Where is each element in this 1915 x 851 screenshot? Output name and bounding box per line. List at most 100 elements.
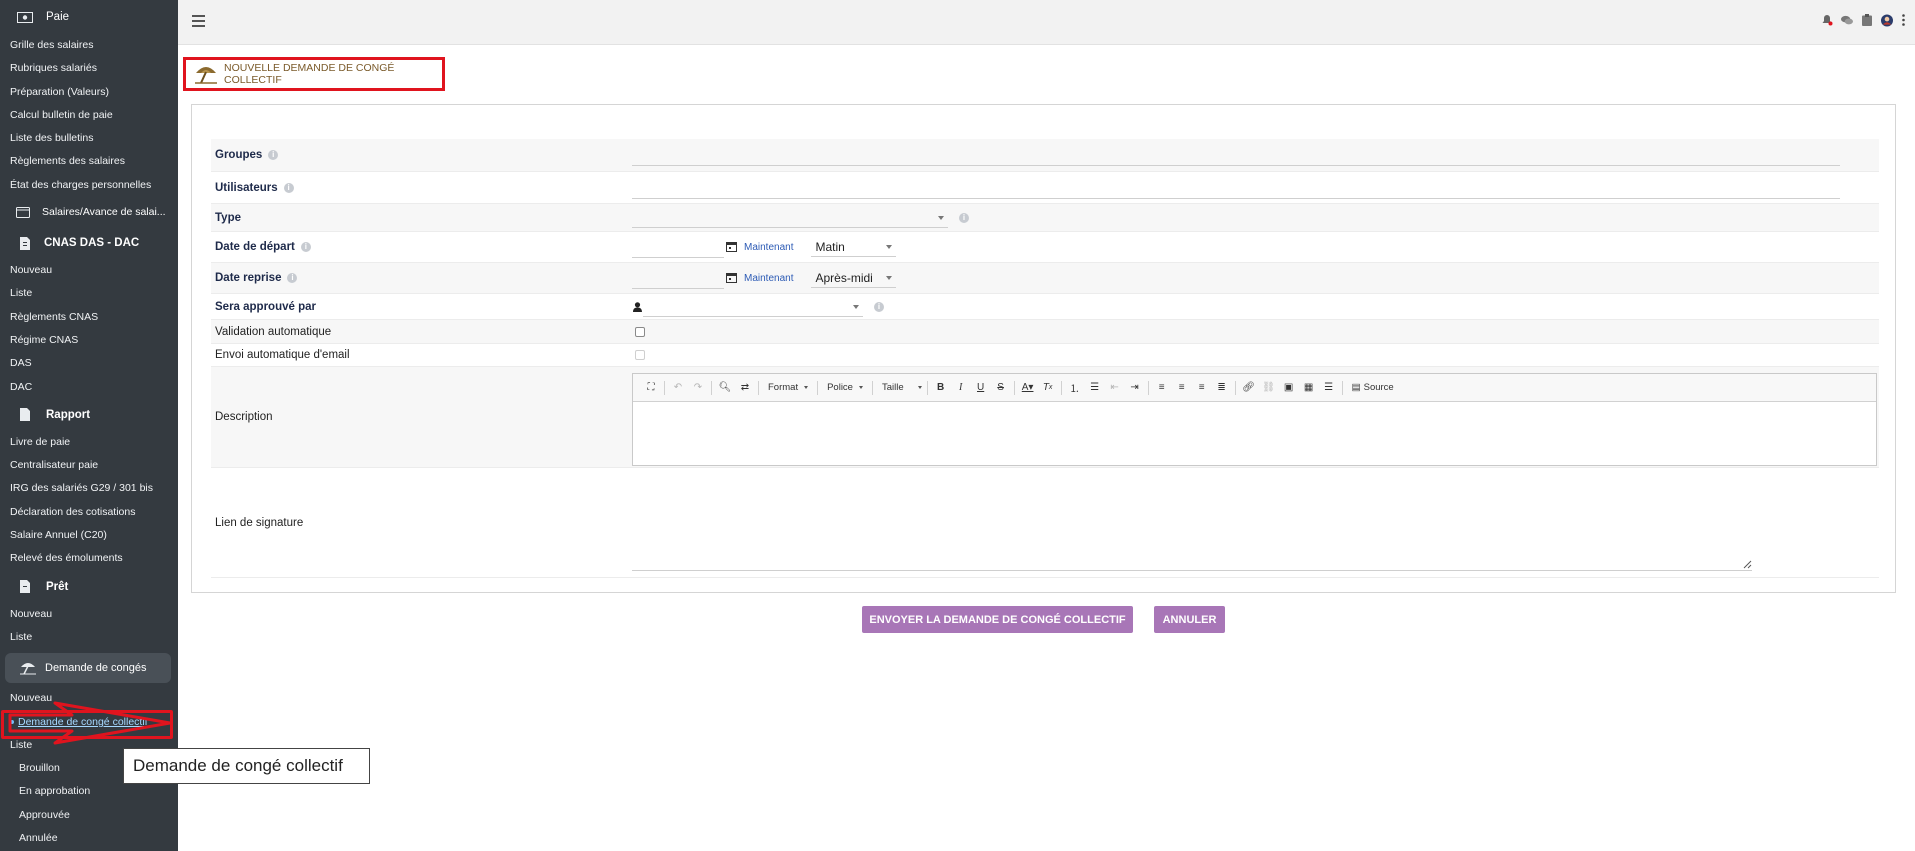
type-label-text: Type [215,211,241,224]
approuve-select[interactable] [643,297,863,317]
unlink-icon[interactable]: ⛓ [1259,379,1279,397]
sidebar-heading-salaires[interactable]: Salaires/Avance de salai... [0,197,178,227]
redo-icon[interactable]: ↷ [688,379,708,397]
undo-icon[interactable]: ↶ [668,379,688,397]
table-icon[interactable]: ▦ [1299,379,1319,397]
utilisateurs-input[interactable] [632,176,1840,199]
groupes-input[interactable] [632,144,1840,166]
find-icon[interactable]: 🔍︎ [715,379,735,397]
underline-icon[interactable]: U [971,379,991,397]
date-depart-period-select[interactable]: Matin [811,237,897,257]
more-vertical-icon[interactable] [1901,14,1905,26]
info-icon[interactable]: i [959,212,969,223]
sidebar-item-releve-emoluments[interactable]: Relevé des émoluments [0,547,178,570]
sidebar-item-etat-charges[interactable]: État des charges personnelles [0,174,178,197]
bullet-list-icon[interactable]: ☰ [1085,379,1105,397]
sidebar-item-liste-bulletins[interactable]: Liste des bulletins [0,127,178,150]
date-reprise-period-select[interactable]: Après-midi [811,268,897,288]
horizontal-rule-icon[interactable]: ☰ [1319,379,1339,397]
align-right-icon[interactable]: ≡ [1192,379,1212,397]
sidebar-item-cnas-nouveau[interactable]: Nouveau [0,259,178,282]
sidebar-item-centralisateur[interactable]: Centralisateur paie [0,454,178,477]
date-depart-input[interactable] [632,236,724,258]
format-dropdown[interactable]: Format [762,379,814,397]
align-left-icon[interactable]: ≡ [1152,379,1172,397]
form-row-signature: Lien de signature [211,468,1879,578]
info-icon[interactable]: i [268,150,279,160]
date-reprise-now-link[interactable]: Maintenant [744,273,793,284]
sidebar-item-declaration-cotisations[interactable]: Déclaration des cotisations [0,501,178,524]
submit-conge-collectif-button[interactable]: ENVOYER LA DEMANDE DE CONGÉ COLLECTIF [862,606,1133,633]
signature-textarea[interactable] [632,468,1752,571]
sidebar-item-cnas-liste[interactable]: Liste [0,282,178,305]
maximize-icon[interactable]: ⛶ [641,379,661,397]
sidebar-item-dac[interactable]: DAC [0,376,178,399]
sidebar-heading-paie[interactable]: Paie [0,0,178,34]
text-color-icon[interactable]: A▾ [1018,379,1038,397]
strikethrough-icon[interactable]: S [991,379,1011,397]
chevron-down-icon [886,276,893,280]
chat-icon[interactable] [1841,14,1853,26]
sidebar-item-livre-paie[interactable]: Livre de paie [0,431,178,454]
sidebar-item-pret-nouveau[interactable]: Nouveau [0,603,178,626]
source-button[interactable]: ▤ Source [1346,379,1400,397]
sidebar-item-irg[interactable]: IRG des salariés G29 / 301 bis [0,477,178,500]
size-dropdown[interactable]: Taille [876,379,924,397]
chevron-down-icon [938,215,944,220]
indent-icon[interactable]: ⇥ [1125,379,1145,397]
remove-format-icon[interactable]: Tx [1038,379,1058,397]
sidebar-item-rubriques[interactable]: Rubriques salariés [0,57,178,80]
calendar-icon[interactable] [726,272,738,284]
numbered-list-icon[interactable]: ⒈ [1065,379,1085,397]
type-select[interactable] [632,208,948,228]
bell-icon[interactable] [1821,14,1833,26]
sidebar-item-grille-salaires[interactable]: Grille des salaires [0,34,178,57]
replace-icon[interactable]: ⇄ [735,379,755,397]
date-reprise-input[interactable] [632,267,724,289]
link-icon[interactable]: 🔗︎ [1239,379,1259,397]
sidebar-item-pret-liste[interactable]: Liste [0,626,178,649]
sidebar-item-regime-cnas[interactable]: Régime CNAS [0,329,178,352]
sidebar-item-approuvee[interactable]: Approuvée [0,804,178,827]
validation-checkbox[interactable] [635,326,645,337]
user-avatar-icon[interactable] [1881,14,1893,26]
sidebar-heading-pret[interactable]: Prêt [0,571,178,603]
sidebar-heading-label: Salaires/Avance de salai... [42,206,166,219]
sidebar-item-reglements-salaires[interactable]: Règlements des salaires [0,150,178,173]
envoi-checkbox[interactable] [635,350,645,360]
sidebar-item-annulee[interactable]: Annulée [0,827,178,850]
outdent-icon[interactable]: ⇤ [1105,379,1125,397]
sidebar-heading-rapport[interactable]: Rapport [0,399,178,431]
info-icon[interactable]: i [874,301,884,312]
sidebar-item-salaire-annuel[interactable]: Salaire Annuel (C20) [0,524,178,547]
editor-content-area[interactable] [633,402,1876,465]
align-justify-icon[interactable]: ≣ [1212,379,1232,397]
source-icon: ▤ [1351,382,1361,393]
sidebar-item-das[interactable]: DAS [0,352,178,375]
money-icon [16,10,34,24]
align-center-icon[interactable]: ≡ [1172,379,1192,397]
italic-icon[interactable]: I [951,379,971,397]
sidebar-section-demande-conges[interactable]: Demande de congés [5,653,171,684]
date-depart-now-link[interactable]: Maintenant [744,242,793,253]
sidebar-heading-label: Prêt [46,580,69,593]
resize-handle-icon[interactable] [1742,559,1752,569]
info-icon[interactable]: i [287,273,298,283]
font-dropdown[interactable]: Police [821,379,869,397]
menu-toggle-icon[interactable] [192,15,205,27]
image-icon[interactable]: ▣ [1279,379,1299,397]
date-depart-control: Maintenant Matin [631,232,1879,262]
sidebar-item-reglements-cnas[interactable]: Règlements CNAS [0,306,178,329]
sidebar-item-preparation[interactable]: Préparation (Valeurs) [0,81,178,104]
info-icon[interactable]: i [283,182,294,193]
clipboard-icon[interactable] [1861,14,1873,26]
sidebar-heading-cnas[interactable]: CNAS DAS - DAC [0,227,178,259]
beach-umbrella-icon [19,661,37,675]
format-dropdown-label: Format [768,382,799,393]
calendar-icon[interactable] [726,241,738,253]
sidebar-item-calcul-bulletin[interactable]: Calcul bulletin de paie [0,104,178,127]
info-icon[interactable]: i [300,242,311,252]
validation-control [631,320,1879,343]
cancel-button[interactable]: ANNULER [1154,606,1225,633]
bold-icon[interactable]: B [931,379,951,397]
